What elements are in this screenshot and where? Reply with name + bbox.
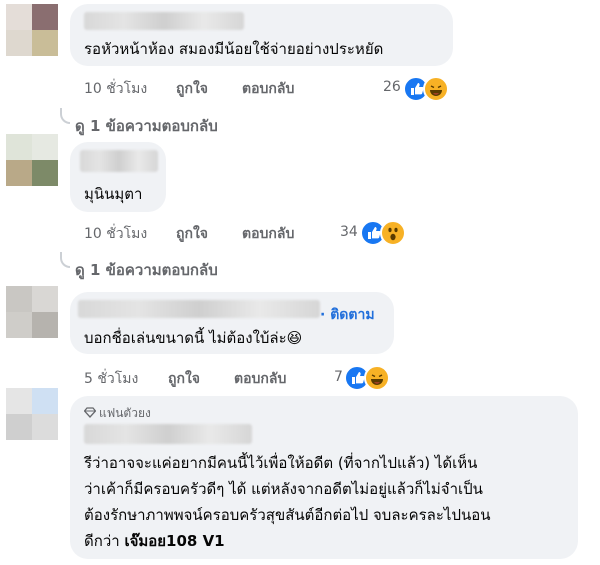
view-replies-link[interactable]: ดู 1 ข้อความตอบกลับ — [75, 114, 218, 138]
comment-text: มุนินมุตา — [84, 185, 143, 203]
commenter-name[interactable] — [78, 300, 320, 318]
comment-line: ว่าเค้าก็มีครอบครัวดีๆ ได้ แต่หลังจากอดี… — [84, 480, 483, 498]
view-replies-link[interactable]: ดู 1 ข้อความตอบกลับ — [75, 258, 218, 282]
commenter-name[interactable] — [84, 12, 244, 30]
comment-time[interactable]: 10 ชั่วโมง — [84, 223, 147, 245]
comment-text-bold: เจ๊มอย108 V1 — [124, 532, 225, 550]
reaction-count[interactable]: 7 — [334, 369, 343, 385]
commenter-name[interactable] — [80, 150, 158, 172]
diamond-icon — [83, 407, 97, 418]
reply-button[interactable]: ตอบกลับ — [242, 223, 294, 245]
avatar[interactable] — [6, 286, 58, 338]
comment-time[interactable]: 10 ชั่วโมง — [84, 78, 147, 100]
reaction-count[interactable]: 26 — [383, 79, 401, 95]
like-button[interactable]: ถูกใจ — [176, 78, 208, 100]
follow-button[interactable]: · ติดตาม — [320, 304, 375, 326]
reply-thread-line — [60, 108, 70, 124]
haha-icon[interactable] — [364, 365, 390, 391]
comment-line: ดีกว่า เจ๊มอย108 V1 — [84, 529, 225, 554]
reply-thread-line — [60, 252, 70, 268]
comment-time[interactable]: 5 ชั่วโมง — [84, 368, 138, 390]
reply-button[interactable]: ตอบกลับ — [242, 78, 294, 100]
avatar[interactable] — [6, 134, 58, 186]
comment-line: รีว่าอาจจะแค่อยากมีคนนี้ไว้เพื่อให้อดีต … — [84, 454, 478, 472]
wow-icon[interactable] — [380, 220, 406, 246]
reply-button[interactable]: ตอบกลับ — [234, 368, 286, 390]
comment-text: รอหัวหน้าห้อง สมองมีน้อยใช้จ่ายอย่างประห… — [84, 40, 384, 58]
haha-icon[interactable] — [423, 76, 449, 102]
avatar[interactable] — [6, 388, 58, 440]
like-button[interactable]: ถูกใจ — [176, 223, 208, 245]
comment-text: บอกชื่อเล่นขนาดนี้ ไม่ต้องใบ้ล่ะ😆 — [84, 329, 303, 347]
like-button[interactable]: ถูกใจ — [168, 368, 200, 390]
top-fan-badge: แฟนตัวยง — [83, 404, 151, 423]
comment-text-plain: ดีกว่า — [84, 532, 125, 550]
badge-label: แฟนตัวยง — [99, 406, 151, 420]
reaction-count[interactable]: 34 — [340, 224, 358, 240]
comment-line: ต้องรักษาภาพพจน์ครอบครัวสุขสันต์อีกต่อไป… — [84, 506, 491, 524]
avatar[interactable] — [6, 4, 58, 56]
commenter-name[interactable] — [84, 424, 252, 444]
